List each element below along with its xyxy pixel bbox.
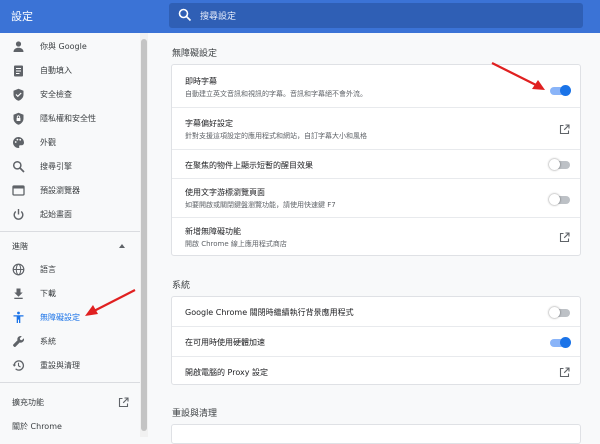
- sidebar-item-label: 擴充功能: [12, 398, 44, 407]
- clipboard-icon: [14, 65, 23, 77]
- chevron-up-icon[interactable]: [119, 244, 125, 248]
- globe-icon: [12, 263, 25, 276]
- sidebar-item-label: 語言: [40, 265, 56, 274]
- setting-row-proxy-settings[interactable]: 開啟電腦的 Proxy 設定: [172, 357, 580, 384]
- power-icon: [13, 209, 24, 220]
- top-bar: 設定 搜尋設定: [0, 0, 600, 33]
- sidebar-item-label: 重設與清理: [40, 361, 80, 370]
- sidebar-item-label: 下載: [40, 289, 56, 298]
- setting-row-caret-browsing[interactable]: 使用文字游標瀏覽頁面 如要開啟或關閉鍵盤瀏覽功能，請使用快速鍵 F7: [172, 179, 580, 217]
- setting-row-add-accessibility-features[interactable]: 新增無障礙功能 開啟 Chrome 線上應用程式商店: [172, 218, 580, 255]
- open-in-new-icon[interactable]: [559, 367, 570, 378]
- download-icon: [14, 288, 23, 299]
- setting-description: 開啟 Chrome 線上應用程式商店: [185, 240, 287, 248]
- sidebar-item-label: 搜尋引擎: [40, 162, 72, 171]
- sidebar-item-safety-check[interactable]: 安全檢查: [0, 83, 140, 107]
- open-in-new-icon[interactable]: [559, 124, 570, 135]
- toggle-knob: [549, 307, 560, 318]
- annotation-arrow-icon: [491, 62, 545, 90]
- search-icon: [178, 8, 192, 22]
- person-icon: [13, 41, 24, 52]
- sidebar-item-default-browser[interactable]: 預設瀏覽器: [0, 179, 140, 203]
- setting-title: 在聚焦的物件上顯示短暫的醒目效果: [185, 161, 313, 170]
- sidebar-item-extensions[interactable]: 擴充功能: [0, 391, 140, 415]
- palette-icon: [13, 137, 24, 148]
- setting-title: Google Chrome 關閉時繼續執行背景應用程式: [185, 308, 354, 317]
- sidebar-item-label: 安全檢查: [40, 90, 72, 99]
- hardware-acceleration-toggle[interactable]: [550, 337, 571, 348]
- history-icon: [12, 360, 24, 371]
- sidebar-item-label: 系統: [40, 337, 56, 346]
- setting-title: 新增無障礙功能: [185, 227, 241, 236]
- sidebar-item-on-startup[interactable]: 起始畫面: [0, 203, 140, 227]
- sidebar-item-label: 起始畫面: [40, 210, 72, 219]
- accessibility-icon: [13, 311, 24, 323]
- sidebar-item-autofill[interactable]: 自動填入: [0, 59, 140, 83]
- focus-highlight-toggle[interactable]: [549, 159, 570, 170]
- setting-title: 即時字幕: [185, 77, 217, 86]
- sidebar-item-label: 隱私權和安全性: [40, 114, 96, 123]
- section-title-system: 系統: [172, 281, 191, 291]
- setting-description: 如要開啟或關閉鍵盤瀏覽功能，請使用快速鍵 F7: [185, 201, 336, 209]
- sidebar-item-search-engine[interactable]: 搜尋引擎: [0, 155, 140, 179]
- search-placeholder: 搜尋設定: [200, 12, 237, 22]
- setting-title: 字幕偏好設定: [185, 119, 233, 128]
- sidebar-item-label: 無障礙設定: [40, 313, 80, 322]
- sidebar-divider: [0, 231, 140, 232]
- setting-row-background-apps[interactable]: Google Chrome 關閉時繼續執行背景應用程式: [172, 297, 580, 326]
- sidebar-item-appearance[interactable]: 外觀: [0, 131, 140, 155]
- sidebar-scrollbar[interactable]: [140, 33, 148, 437]
- search-icon: [12, 160, 25, 173]
- live-caption-toggle[interactable]: [550, 85, 571, 96]
- open-in-new-icon: [118, 397, 129, 408]
- system-card: Google Chrome 關閉時繼續執行背景應用程式 在可用時使用硬體加速 開…: [171, 296, 581, 385]
- sidebar-item-label: 外觀: [40, 138, 56, 147]
- toggle-knob: [549, 194, 560, 205]
- search-box[interactable]: 搜尋設定: [169, 3, 583, 28]
- toggle-knob: [560, 337, 571, 348]
- sidebar-item-label: 關於 Chrome: [12, 422, 62, 431]
- section-title-reset: 重設與清理: [172, 409, 218, 419]
- browser-window-icon: [12, 185, 25, 196]
- sidebar-advanced-toggle[interactable]: 進階: [12, 241, 28, 252]
- sidebar-item-languages[interactable]: 語言: [0, 258, 140, 282]
- sidebar-divider: [0, 382, 140, 383]
- background-apps-toggle[interactable]: [549, 307, 570, 318]
- scrollbar-thumb[interactable]: [141, 39, 147, 431]
- toggle-knob: [560, 85, 571, 96]
- sidebar-item-you-and-google[interactable]: 你與 Google: [0, 35, 140, 59]
- sidebar-item-label: 你與 Google: [40, 42, 87, 51]
- toggle-knob: [549, 159, 560, 170]
- sidebar-item-about-chrome[interactable]: 關於 Chrome: [0, 415, 140, 439]
- reset-card: [171, 424, 581, 444]
- setting-title: 在可用時使用硬體加速: [185, 338, 265, 347]
- annotation-arrow-icon: [85, 289, 136, 316]
- setting-row-focus-highlight[interactable]: 在聚焦的物件上顯示短暫的醒目效果: [172, 150, 580, 178]
- setting-title: 使用文字游標瀏覽頁面: [185, 188, 265, 197]
- shield-lock-icon: [13, 112, 24, 125]
- sidebar-item-reset[interactable]: 重設與清理: [0, 354, 140, 378]
- setting-description: 自動建立英文音訊和視訊的字幕。音訊和字幕絕不會外流。: [185, 90, 367, 98]
- sidebar: 你與 Google 自動填入 安全檢查 隱私權和安全性 外觀 搜尋引擎 預設瀏覽…: [0, 33, 140, 437]
- setting-row-caption-preferences[interactable]: 字幕偏好設定 針對支援這項設定的應用程式和網站，自訂字幕大小和風格: [172, 108, 580, 149]
- sidebar-item-privacy[interactable]: 隱私權和安全性: [0, 107, 140, 131]
- caret-browsing-toggle[interactable]: [549, 194, 570, 205]
- sidebar-item-label: 預設瀏覽器: [40, 186, 80, 195]
- setting-description: 針對支援這項設定的應用程式和網站，自訂字幕大小和風格: [185, 132, 367, 140]
- sidebar-item-system[interactable]: 系統: [0, 330, 140, 354]
- sidebar-item-label: 自動填入: [40, 66, 72, 75]
- open-in-new-icon[interactable]: [559, 232, 570, 243]
- setting-row-hardware-acceleration[interactable]: 在可用時使用硬體加速: [172, 327, 580, 356]
- section-title-accessibility: 無障礙設定: [172, 49, 218, 59]
- app-title: 設定: [11, 10, 33, 23]
- shield-check-icon: [13, 88, 24, 101]
- setting-title: 開啟電腦的 Proxy 設定: [185, 368, 268, 377]
- wrench-icon: [13, 335, 25, 347]
